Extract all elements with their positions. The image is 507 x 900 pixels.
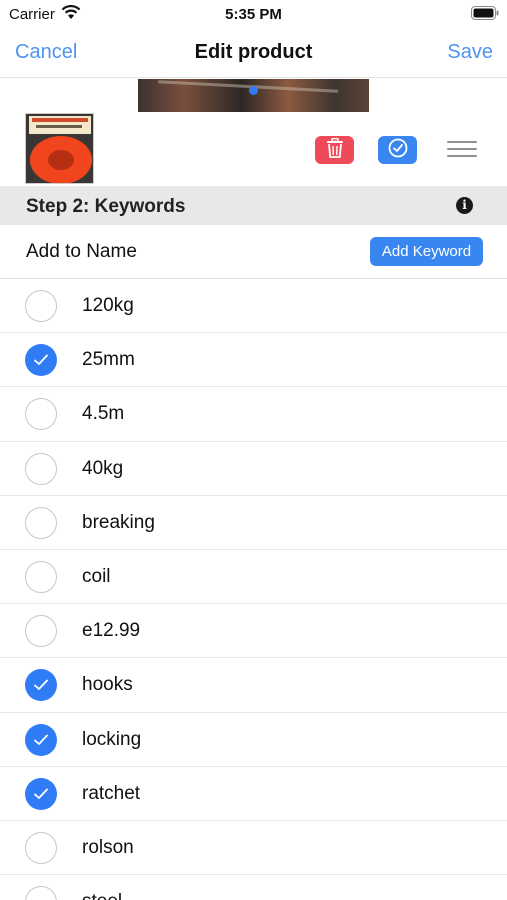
delete-button[interactable] <box>315 136 354 164</box>
checked-radio-icon[interactable] <box>25 669 57 702</box>
keyword-row[interactable]: rolson <box>0 821 507 876</box>
status-time: 5:35 PM <box>225 6 282 23</box>
keyword-label: 4.5m <box>82 403 125 425</box>
thumbnail-strap <box>30 136 92 183</box>
info-icon[interactable]: i <box>456 197 473 214</box>
unchecked-radio-icon[interactable] <box>25 452 57 485</box>
keyword-label: hooks <box>82 674 133 696</box>
confirm-button[interactable] <box>378 136 417 164</box>
keyword-label: breaking <box>82 511 155 533</box>
add-to-name-label: Add to Name <box>26 241 137 262</box>
navigation-bar: Cancel Edit product Save <box>0 28 507 78</box>
add-keyword-button[interactable]: Add Keyword <box>370 237 483 266</box>
section-header: Step 2: Keywords i <box>0 186 507 225</box>
section-title: Step 2: Keywords <box>26 196 186 217</box>
keyword-row[interactable]: 25mm <box>0 333 507 388</box>
unchecked-radio-icon[interactable] <box>25 398 57 431</box>
keyword-list: 120kg 25mm 4.5m 40kg breaking coil e12.99 hooks… <box>0 279 507 900</box>
keyword-row[interactable]: locking <box>0 713 507 767</box>
reorder-button[interactable] <box>447 140 477 160</box>
check-circle-icon <box>388 138 408 163</box>
product-image-carousel[interactable] <box>138 79 369 112</box>
checked-radio-icon[interactable] <box>25 344 57 377</box>
keyword-label: 120kg <box>82 295 134 316</box>
keyword-label: steel <box>82 891 122 900</box>
keyword-label: rolson <box>82 836 134 858</box>
unchecked-radio-icon[interactable] <box>25 560 57 593</box>
keyword-label: 25mm <box>82 349 135 371</box>
keyword-label: locking <box>82 728 142 750</box>
keyword-row[interactable]: ratchet <box>0 767 507 821</box>
keyword-row[interactable]: 40kg <box>0 442 507 496</box>
unchecked-radio-icon[interactable] <box>25 615 57 648</box>
status-bar: Carrier 5:35 PM <box>0 0 507 28</box>
keyword-row[interactable]: breaking <box>0 496 507 550</box>
unchecked-radio-icon[interactable] <box>25 886 57 900</box>
cancel-button[interactable]: Cancel <box>15 41 77 64</box>
page-indicator-dot <box>249 86 258 95</box>
battery-icon <box>471 6 499 20</box>
unchecked-radio-icon[interactable] <box>25 831 57 864</box>
keyword-row[interactable]: coil <box>0 550 507 605</box>
unchecked-radio-icon[interactable] <box>25 290 57 322</box>
add-to-name-row: Add to Name Add Keyword <box>0 225 507 279</box>
checked-radio-icon[interactable] <box>25 723 57 756</box>
keyword-row[interactable]: e12.99 <box>0 604 507 659</box>
keyword-row[interactable]: 4.5m <box>0 387 507 442</box>
keyword-row[interactable]: steel <box>0 875 507 900</box>
keyword-row[interactable]: 120kg <box>0 279 507 334</box>
keyword-label: 40kg <box>82 457 124 479</box>
keyword-row[interactable]: hooks <box>0 658 507 713</box>
trash-icon <box>326 137 344 163</box>
save-button[interactable]: Save <box>447 41 493 64</box>
keyword-label: e12.99 <box>82 620 141 642</box>
keyword-label: coil <box>82 565 111 587</box>
keyword-label: ratchet <box>82 782 141 804</box>
checked-radio-icon[interactable] <box>25 777 57 810</box>
unchecked-radio-icon[interactable] <box>25 506 57 539</box>
hamburger-icon <box>447 141 477 143</box>
product-thumbnail[interactable] <box>25 113 94 184</box>
